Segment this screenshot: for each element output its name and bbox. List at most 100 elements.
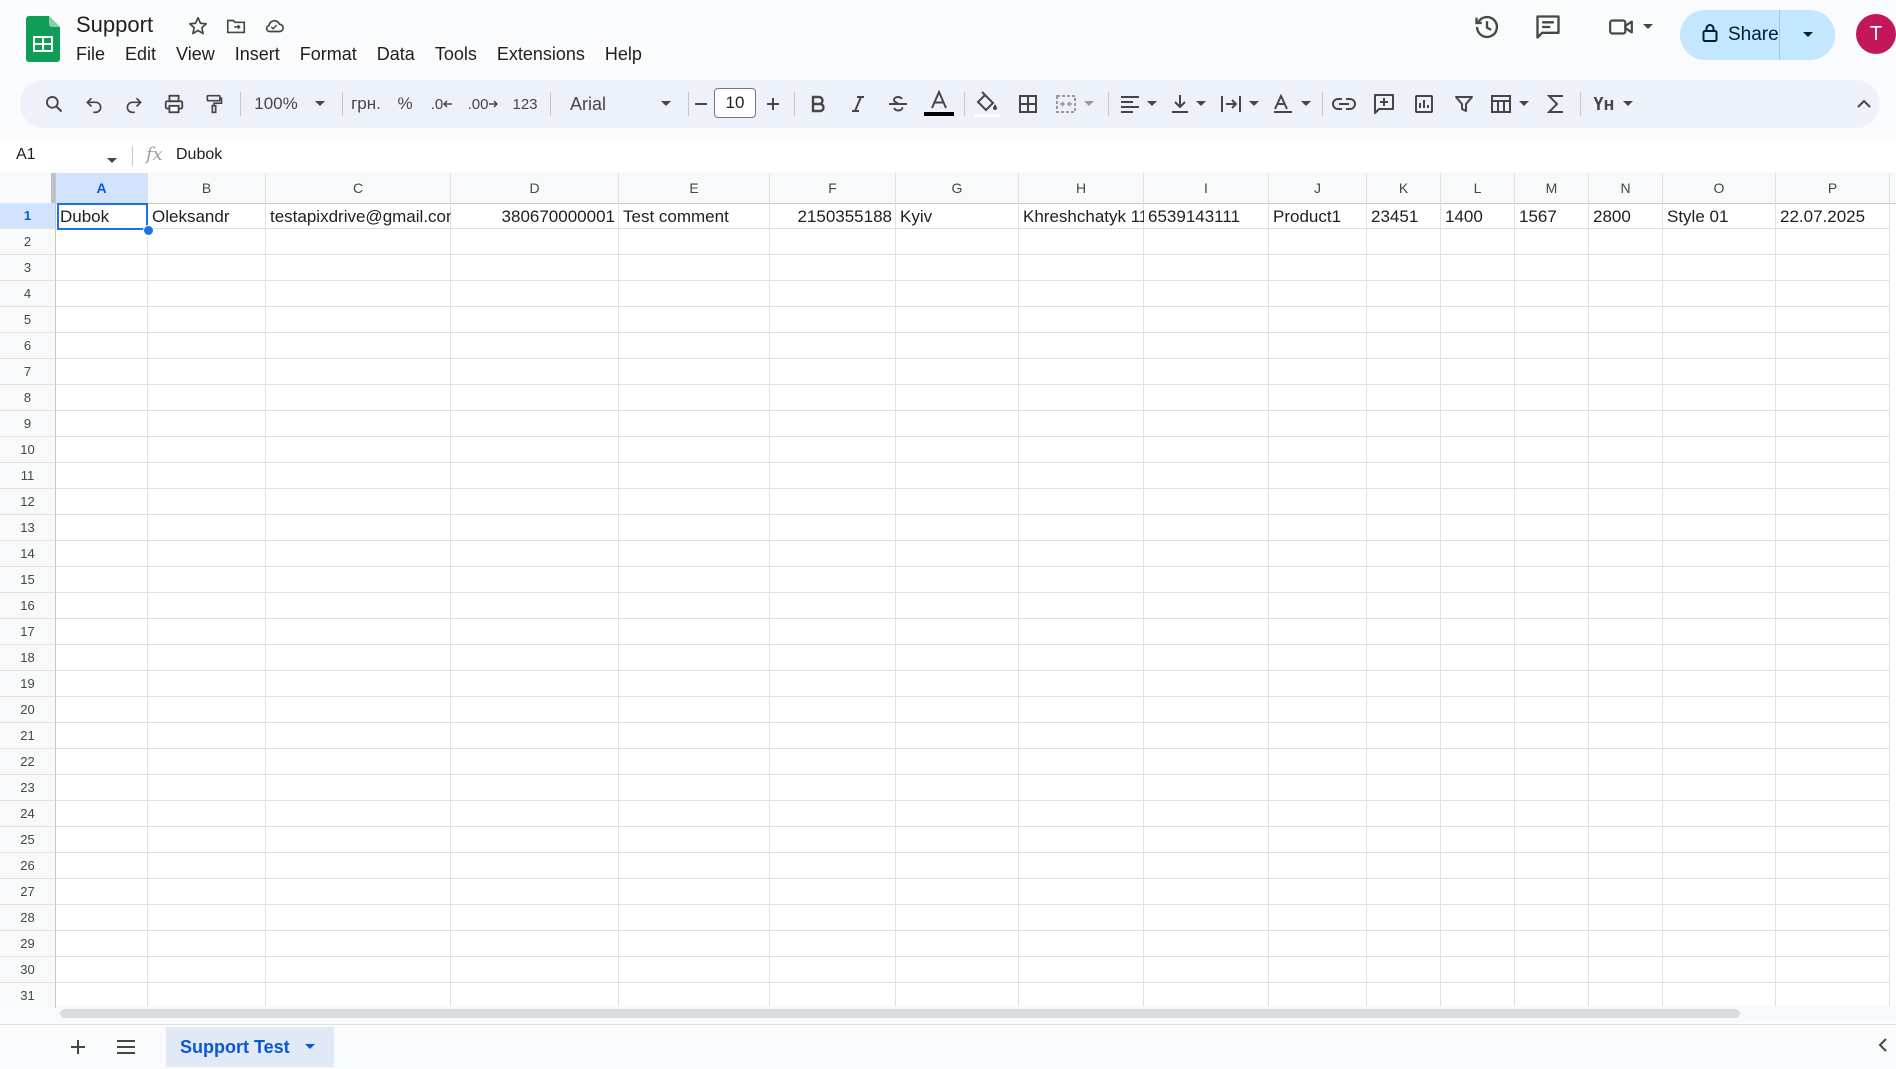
currency-format-button[interactable]: грн. [346,88,386,120]
cell-p1[interactable]: 22.07.2025 [1776,204,1890,230]
cloud-saved-icon[interactable] [262,14,286,38]
column-header-l[interactable]: L [1441,173,1515,203]
column-header-b[interactable]: B [148,173,266,203]
column-header-c[interactable]: C [266,173,451,203]
merge-cells-icon[interactable] [1050,88,1100,120]
document-title[interactable]: Support [76,12,153,38]
add-sheet-icon[interactable] [64,1033,92,1061]
fill-color-icon[interactable] [970,88,1004,120]
avatar[interactable]: T [1856,14,1896,54]
comments-icon[interactable] [1531,10,1565,44]
column-header-d[interactable]: D [451,173,619,203]
more-formats-button[interactable]: 123 [506,88,544,120]
text-wrapping-icon[interactable] [1216,88,1264,120]
horizontal-scrollbar[interactable] [56,1006,1896,1020]
row-header[interactable]: 21 [0,723,56,749]
italic-icon[interactable] [842,88,874,120]
vertical-align-icon[interactable] [1166,88,1212,120]
horizontal-align-icon[interactable] [1116,88,1162,120]
cell-i1[interactable]: 6539143111 [1144,204,1269,230]
collapse-sidebar-icon[interactable] [1878,1037,1888,1058]
column-header-e[interactable]: E [619,173,770,203]
insert-comment-icon[interactable] [1368,88,1400,120]
cell-j1[interactable]: Product1 [1269,204,1367,230]
column-header-h[interactable]: H [1019,173,1144,203]
undo-icon[interactable] [78,88,110,120]
font-size-input[interactable]: 10 [714,88,756,118]
row-header[interactable]: 6 [0,333,56,359]
row-header[interactable]: 2 [0,229,56,255]
menu-insert[interactable]: Insert [225,42,290,67]
row-header[interactable]: 15 [0,567,56,593]
sheet-tab-support-test[interactable]: Support Test [166,1027,334,1067]
row-header[interactable]: 8 [0,385,56,411]
strikethrough-icon[interactable] [882,88,914,120]
paint-format-icon[interactable] [198,88,230,120]
cell-n1[interactable]: 2800 [1589,204,1663,230]
menu-edit[interactable]: Edit [115,42,166,67]
row-header[interactable]: 1 [0,203,56,229]
row-header[interactable]: 17 [0,619,56,645]
borders-icon[interactable] [1012,88,1044,120]
row-header[interactable]: 24 [0,801,56,827]
row-header[interactable]: 12 [0,489,56,515]
row-header[interactable]: 10 [0,437,56,463]
column-header-o[interactable]: O [1663,173,1776,203]
select-all-corner[interactable] [0,173,56,203]
cell-l1[interactable]: 1400 [1441,204,1515,230]
cell-h1[interactable]: Khreshchatyk 11 [1019,204,1144,230]
column-header-m[interactable]: M [1515,173,1589,203]
star-icon[interactable] [186,14,210,38]
row-header[interactable]: 22 [0,749,56,775]
cell-m1[interactable]: 1567 [1515,204,1589,230]
column-header-a[interactable]: A [56,173,148,203]
menu-format[interactable]: Format [290,42,367,67]
insert-link-icon[interactable] [1328,88,1360,120]
column-header-j[interactable]: J [1269,173,1367,203]
row-header[interactable]: 5 [0,307,56,333]
redo-icon[interactable] [118,88,150,120]
decrease-decimal-button[interactable]: .0 [424,88,460,120]
row-header[interactable]: 19 [0,671,56,697]
cell-e1[interactable]: Test comment [619,204,770,230]
row-header[interactable]: 9 [0,411,56,437]
sheet-tab-dropdown-icon[interactable] [304,1038,316,1056]
column-header-g[interactable]: G [896,173,1019,203]
filter-views-icon[interactable] [1486,88,1534,120]
row-header[interactable]: 25 [0,827,56,853]
row-header[interactable]: 29 [0,931,56,957]
row-header[interactable]: 18 [0,645,56,671]
name-box[interactable]: A1 [16,146,36,164]
share-dropdown-icon[interactable] [1780,31,1835,39]
column-header-k[interactable]: K [1367,173,1441,203]
row-header[interactable]: 13 [0,515,56,541]
zoom-select[interactable]: 100% [244,88,336,120]
row-header[interactable]: 3 [0,255,56,281]
print-icon[interactable] [158,88,190,120]
cell-d1[interactable]: 380670000001 [451,204,619,230]
column-header-n[interactable]: N [1589,173,1663,203]
cell-c1[interactable]: testapixdrive@gmail.con [266,204,451,230]
cell-o1[interactable]: Style 01 [1663,204,1776,230]
horizontal-scroll-thumb[interactable] [60,1009,1740,1018]
cell-f1[interactable]: 2150355188 [770,204,896,230]
row-header[interactable]: 7 [0,359,56,385]
percent-format-button[interactable]: % [390,88,420,120]
collapse-toolbar-icon[interactable] [1852,88,1876,120]
row-header[interactable]: 31 [0,983,56,1008]
filter-icon[interactable] [1448,88,1480,120]
insert-chart-icon[interactable] [1408,88,1440,120]
meet-icon[interactable] [1600,10,1660,44]
menu-view[interactable]: View [166,42,225,67]
menu-extensions[interactable]: Extensions [487,42,595,67]
row-header[interactable]: 26 [0,853,56,879]
font-select[interactable]: Arial [560,88,682,120]
text-color-icon[interactable] [922,88,956,120]
row-header[interactable]: 23 [0,775,56,801]
column-header-f[interactable]: F [770,173,896,203]
input-tools-button[interactable]: Үн [1588,88,1640,120]
row-header[interactable]: 20 [0,697,56,723]
name-box-dropdown-icon[interactable] [106,152,118,170]
move-folder-icon[interactable] [224,14,248,38]
row-header[interactable]: 11 [0,463,56,489]
